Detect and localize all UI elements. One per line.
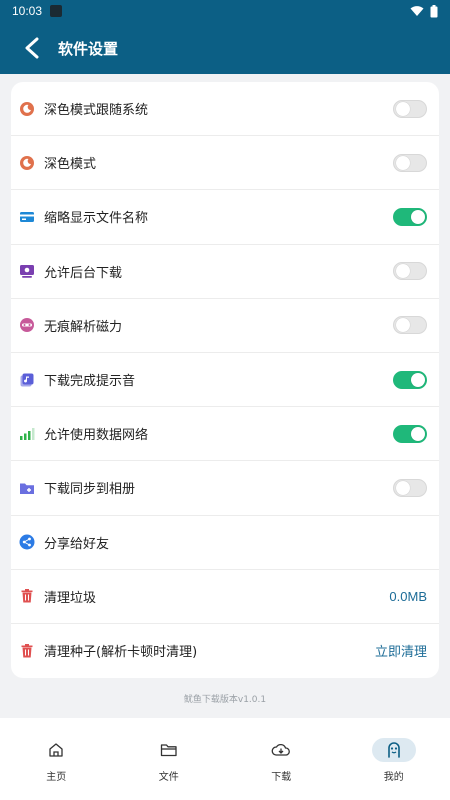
- battery-icon: [430, 4, 438, 17]
- setting-label: 清理垃圾: [44, 590, 97, 606]
- tab-label: 我的: [383, 772, 404, 783]
- tab-3[interactable]: 下载: [225, 718, 338, 800]
- cloud-download-icon: [261, 738, 301, 762]
- card-icon: [19, 209, 35, 225]
- setting-toggle[interactable]: [393, 370, 427, 389]
- status-time: 10:03: [12, 4, 43, 18]
- setting-row[interactable]: 深色模式: [11, 136, 439, 191]
- share-icon: [19, 534, 35, 550]
- setting-row[interactable]: 下载同步到相册: [11, 461, 439, 516]
- setting-row[interactable]: 无痕解析磁力: [11, 299, 439, 353]
- chevron-left-icon: [25, 37, 39, 59]
- setting-label: 深色模式跟随系统: [44, 103, 149, 119]
- setting-toggle[interactable]: [393, 99, 427, 118]
- setting-value: 0.0MB: [389, 588, 427, 604]
- home-icon: [36, 738, 76, 762]
- setting-toggle[interactable]: [393, 424, 427, 443]
- setting-row[interactable]: 缩略显示文件名称: [11, 190, 439, 245]
- setting-toggle[interactable]: [393, 316, 427, 335]
- setting-row[interactable]: 清理种子(解析卡顿时清理) 立即清理: [11, 624, 439, 678]
- setting-label: 无痕解析磁力: [44, 319, 123, 335]
- setting-row[interactable]: 分享给好友: [11, 516, 439, 570]
- setting-row[interactable]: 允许后台下载: [11, 245, 439, 299]
- version-text: 鱿鱼下载版本v1.0.1: [183, 695, 267, 705]
- setting-value[interactable]: 立即清理: [375, 641, 427, 660]
- setting-row[interactable]: 清理垃圾 0.0MB: [11, 570, 439, 624]
- setting-row[interactable]: 下载完成提示音: [11, 353, 439, 408]
- music-icon: [19, 372, 35, 388]
- setting-label: 深色模式: [44, 157, 97, 173]
- setting-row[interactable]: 深色模式跟随系统: [11, 82, 439, 137]
- setting-toggle[interactable]: [393, 207, 427, 226]
- tab-label: 文件: [158, 772, 179, 783]
- settings-card: 深色模式跟随系统 深色模式缩略显示文件名称 允许后台下载 无痕解析磁力 下载完成提示音允…: [11, 82, 439, 678]
- status-bar: 10:03: [0, 0, 450, 22]
- profile-icon: [371, 738, 416, 762]
- setting-toggle[interactable]: [393, 153, 427, 172]
- folder-icon: [149, 738, 189, 762]
- folder-icon: [19, 480, 35, 496]
- trash-icon: [19, 588, 35, 604]
- back-button[interactable]: [18, 34, 46, 62]
- page-title: 软件设置: [58, 39, 119, 58]
- monitor-icon: [19, 263, 35, 279]
- setting-row[interactable]: 允许使用数据网络: [11, 407, 439, 462]
- tab-4[interactable]: 我的: [338, 718, 450, 800]
- setting-label: 允许使用数据网络: [44, 428, 149, 444]
- tab-1[interactable]: 主页: [0, 718, 113, 800]
- notification-icon: [50, 5, 63, 17]
- setting-toggle[interactable]: [393, 262, 427, 281]
- moon-icon: [19, 101, 35, 117]
- trash-icon: [19, 643, 35, 659]
- moon-icon: [19, 155, 35, 171]
- setting-label: 清理种子(解析卡顿时清理): [44, 645, 198, 661]
- mask-icon: [19, 317, 35, 333]
- tab-2[interactable]: 文件: [113, 718, 226, 800]
- setting-label: 缩略显示文件名称: [44, 211, 149, 227]
- tab-label: 主页: [46, 772, 67, 783]
- setting-label: 分享给好友: [44, 536, 110, 552]
- bottom-nav: 主页 文件 下载 我的: [0, 718, 450, 800]
- signal-icon: [19, 426, 35, 442]
- setting-label: 下载完成提示音: [44, 374, 136, 390]
- app-bar: 软件设置: [0, 22, 450, 74]
- tab-label: 下载: [271, 772, 292, 783]
- setting-label: 允许后台下载: [44, 265, 123, 281]
- wifi-icon: [410, 6, 424, 16]
- setting-label: 下载同步到相册: [44, 482, 136, 498]
- setting-toggle[interactable]: [393, 478, 427, 497]
